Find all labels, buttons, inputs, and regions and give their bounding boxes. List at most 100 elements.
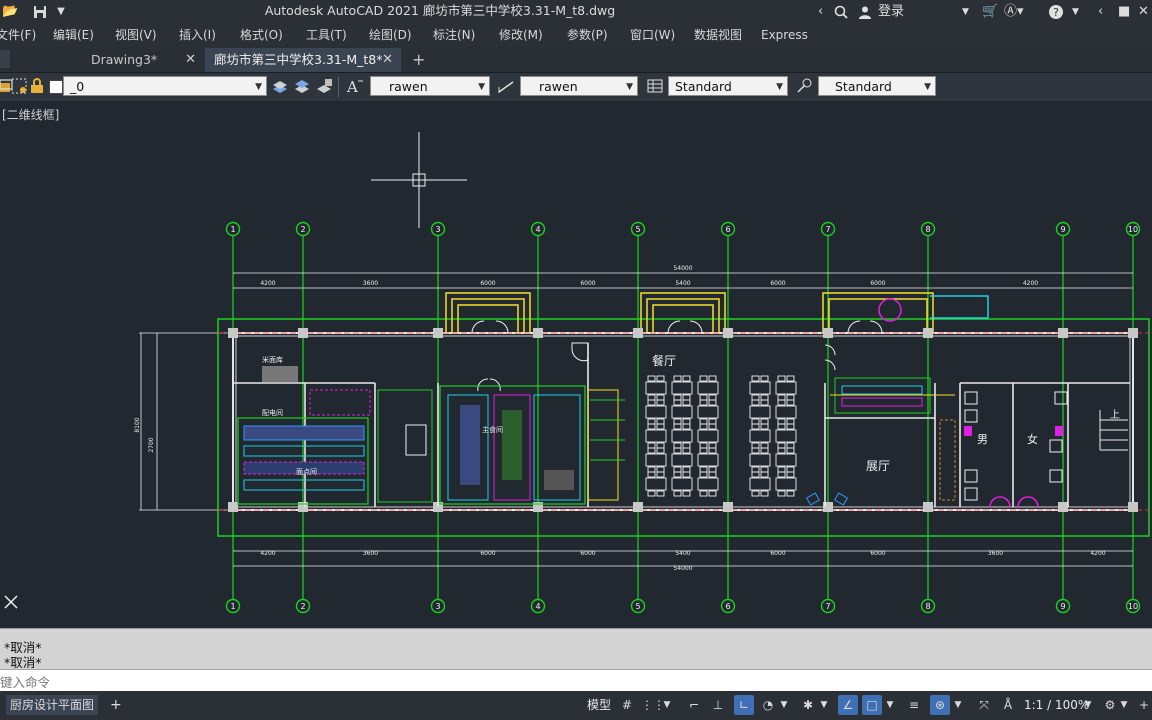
tab-current-drawing[interactable]: 廊坊市第三中学校3.31-M_t8* ✕ xyxy=(205,48,401,72)
axis-number: 10 xyxy=(1128,225,1138,234)
chevron-down-icon: ▼ xyxy=(478,82,485,92)
autodesk-a360-icon[interactable]: Ⓐ▾ xyxy=(1004,2,1032,22)
ucs-close-icon[interactable] xyxy=(4,595,18,609)
menu-format[interactable]: 格式(O) xyxy=(240,24,283,46)
dining-tables xyxy=(645,375,797,497)
table-style-dropdown[interactable]: Standard ▼ xyxy=(668,76,788,96)
column xyxy=(433,328,443,338)
grid-icon[interactable]: # xyxy=(617,695,637,715)
chair xyxy=(760,442,769,449)
ortho-icon[interactable]: ∟ xyxy=(734,695,754,715)
chair xyxy=(777,375,786,382)
menu-parametric[interactable]: 参数(P) xyxy=(567,24,608,46)
layer-previous-icon[interactable] xyxy=(315,77,333,95)
menu-view[interactable]: 视图(V) xyxy=(115,24,157,46)
menu-file[interactable]: 文件(F) xyxy=(0,24,36,46)
polar-dropdown-icon[interactable]: ▼ xyxy=(778,695,790,715)
menu-modify[interactable]: 修改(M) xyxy=(499,24,543,46)
customize-icon[interactable]: + xyxy=(1134,695,1152,715)
snap-dropdown-icon[interactable]: ▼ xyxy=(661,695,673,715)
multileader-style-icon[interactable] xyxy=(795,77,813,95)
minimize-icon[interactable]: ‹ xyxy=(1098,2,1112,22)
text-style-icon[interactable]: A xyxy=(346,77,364,95)
snap-icon[interactable]: ⋮⋮ xyxy=(641,695,665,715)
menu-draw[interactable]: 绘图(D) xyxy=(369,24,412,46)
chevron-down-icon[interactable]: ▼ xyxy=(962,2,972,22)
menu-express[interactable]: Express xyxy=(761,24,808,46)
drawing-canvas[interactable]: [二维线框] 1 2 3 4 5 6 7 8 9 10 1 2 3 4 5 6 7 8 9 10 xyxy=(0,102,1152,628)
menu-edit[interactable]: 编辑(E) xyxy=(53,24,94,46)
chair xyxy=(656,447,665,454)
annotation-scale-value[interactable]: 1:1 / 100% xyxy=(1024,695,1089,715)
menu-window[interactable]: 窗口(W) xyxy=(630,24,675,46)
object-snap-icon[interactable]: □ xyxy=(862,695,882,715)
selection-dropdown-icon[interactable]: ▼ xyxy=(952,695,964,715)
make-current-layer-icon[interactable] xyxy=(271,77,289,95)
isodraft-dropdown-icon[interactable]: ▼ xyxy=(818,695,830,715)
annotation-scale-icon[interactable]: Å xyxy=(998,695,1018,715)
close-icon[interactable]: ✕ xyxy=(382,48,393,72)
document-tab-bar: Drawing3* ✕ 廊坊市第三中学校3.31-M_t8* ✕ + xyxy=(0,46,1152,73)
object-snap-tracking-icon[interactable]: ∠ xyxy=(838,695,858,715)
chair xyxy=(699,423,708,430)
menu-insert[interactable]: 插入(I) xyxy=(179,24,216,46)
dimension-label: 4200 xyxy=(1090,550,1105,557)
floor-plan-drawing: 1 2 3 4 5 6 7 8 9 10 1 2 3 4 5 6 7 8 9 10 xyxy=(4,132,1150,614)
multileader-style-value: Standard xyxy=(835,79,892,94)
chevron-left-icon[interactable]: ‹ xyxy=(818,2,828,22)
match-layer-icon[interactable] xyxy=(293,77,311,95)
polar-tracking-icon[interactable]: ◔ xyxy=(758,695,778,715)
workspace-dropdown-icon[interactable]: ▼ xyxy=(1118,695,1130,715)
lock-icon[interactable] xyxy=(28,77,46,95)
chair xyxy=(699,471,708,478)
sign-in-link[interactable]: 登录 xyxy=(878,2,918,22)
annotation-visibility-icon[interactable]: ⤧ xyxy=(974,695,994,715)
dynamic-input-icon[interactable]: ⊥ xyxy=(708,695,728,715)
chair xyxy=(760,490,769,497)
user-icon[interactable] xyxy=(858,2,874,22)
dimension-style-icon[interactable] xyxy=(497,77,515,95)
dimension-label: 6000 xyxy=(770,280,785,287)
menu-dimension[interactable]: 标注(N) xyxy=(433,24,475,46)
chair xyxy=(682,423,691,430)
command-input[interactable]: 键入命令 xyxy=(0,669,1152,691)
chair xyxy=(699,490,708,497)
search-icon[interactable] xyxy=(834,2,850,22)
chevron-down-icon: ▼ xyxy=(776,82,783,92)
table-style-icon[interactable] xyxy=(646,77,664,95)
menu-tools[interactable]: 工具(T) xyxy=(306,24,347,46)
selection-cycling-icon[interactable]: ⊛ xyxy=(930,695,950,715)
menu-data-view[interactable]: 数据视图 xyxy=(694,24,742,46)
axis-number: 7 xyxy=(825,602,830,611)
close-icon[interactable]: ✕ xyxy=(1138,2,1152,22)
layer-dropdown[interactable]: _0 ▼ xyxy=(63,76,267,96)
gear-icon[interactable]: ⚙ xyxy=(1100,695,1120,715)
isodraft-icon[interactable]: ✱ xyxy=(798,695,818,715)
chair xyxy=(656,442,665,449)
axis-number: 2 xyxy=(300,602,305,611)
scale-dropdown-icon[interactable]: ▼ xyxy=(1082,695,1094,715)
infer-constraints-icon[interactable]: ⌐ xyxy=(684,695,704,715)
multileader-style-dropdown[interactable]: Standard ▼ xyxy=(818,76,936,96)
dimension-style-dropdown[interactable]: rawen ▼ xyxy=(520,76,638,96)
lineweight-icon[interactable]: ≡ xyxy=(904,695,924,715)
add-layout-button[interactable]: + xyxy=(110,695,124,715)
dimension-label: 3600 xyxy=(363,280,378,287)
new-tab-button[interactable]: + xyxy=(412,48,432,72)
chair xyxy=(656,490,665,497)
object-snap-dropdown-icon[interactable]: ▼ xyxy=(884,695,896,715)
chair xyxy=(786,418,795,425)
column xyxy=(633,502,643,512)
room-label-hall: 展厅 xyxy=(866,459,890,473)
help-dropdown-icon[interactable]: ▼ xyxy=(1072,2,1082,22)
tab-drawing3[interactable]: Drawing3* ✕ xyxy=(80,48,204,72)
close-icon[interactable]: ✕ xyxy=(185,48,196,72)
layout-tab[interactable]: 厨房设计平面图 xyxy=(6,695,99,715)
restore-icon[interactable]: ■ xyxy=(1118,2,1132,22)
text-style-dropdown[interactable]: rawen ▼ xyxy=(370,76,490,96)
layer-freeze-icon[interactable] xyxy=(10,77,28,95)
dining-table xyxy=(697,405,719,419)
start-tab[interactable] xyxy=(0,50,10,68)
cart-icon[interactable]: 🛒 xyxy=(982,2,998,22)
model-space-button[interactable]: 模型 xyxy=(587,695,611,715)
